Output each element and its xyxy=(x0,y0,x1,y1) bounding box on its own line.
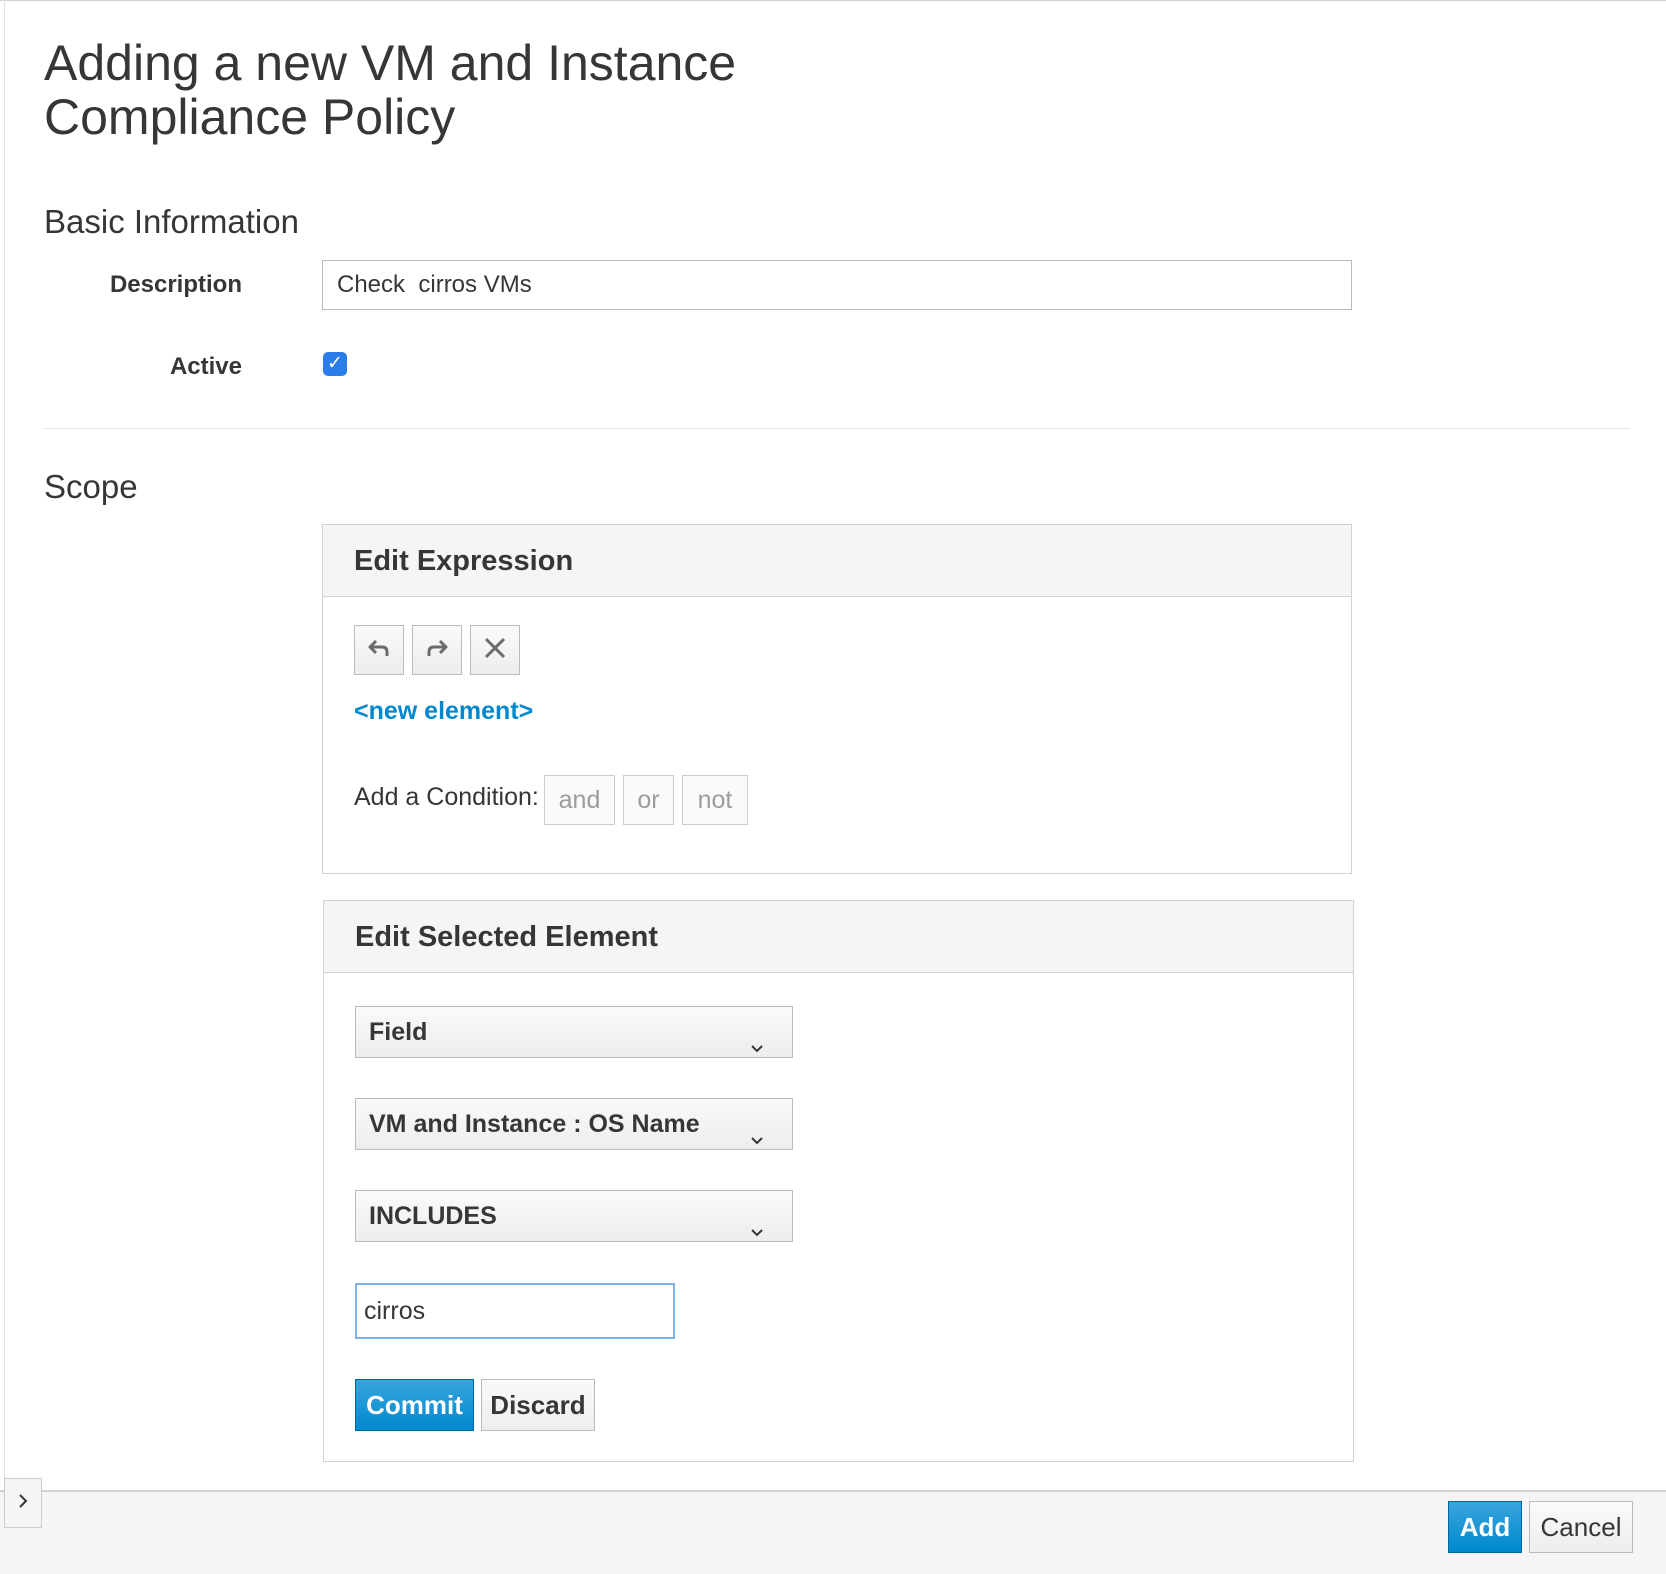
basic-information-heading: Basic Information xyxy=(44,203,299,240)
footer-bar: Add Cancel xyxy=(0,1490,1666,1574)
commit-button[interactable]: Commit xyxy=(355,1379,474,1431)
and-button[interactable]: and xyxy=(544,775,615,825)
new-element-link[interactable]: <new element> xyxy=(354,697,533,726)
page-left-border xyxy=(4,0,5,1480)
close-icon xyxy=(482,635,508,666)
edit-expression-panel: Edit Expression <new element> Add a Cond… xyxy=(322,524,1352,874)
undo-button[interactable] xyxy=(354,625,404,675)
edit-selected-element-heading: Edit Selected Element xyxy=(324,901,1353,973)
undo-icon xyxy=(366,635,392,666)
description-input[interactable] xyxy=(322,260,1352,310)
active-label: Active xyxy=(169,353,242,380)
active-checkbox[interactable]: ✓ xyxy=(323,352,347,376)
value-input[interactable]: cirros xyxy=(355,1283,675,1339)
field-select-value: VM and Instance : OS Name xyxy=(369,1110,700,1138)
type-select-value: Field xyxy=(369,1018,428,1046)
chevron-down-icon xyxy=(750,1207,764,1237)
section-divider xyxy=(44,428,1630,429)
operator-select-value: INCLUDES xyxy=(369,1202,497,1230)
page-title: Adding a new VM and Instance Compliance … xyxy=(44,35,737,145)
add-condition-label: Add a Condition: xyxy=(354,783,539,811)
add-button[interactable]: Add xyxy=(1448,1501,1522,1553)
redo-button[interactable] xyxy=(412,625,462,675)
chevron-right-icon xyxy=(17,1493,29,1514)
page-top-border xyxy=(0,0,1666,1)
cancel-button[interactable]: Cancel xyxy=(1529,1501,1633,1553)
sidebar-toggle-button[interactable] xyxy=(4,1478,42,1528)
or-button[interactable]: or xyxy=(623,775,674,825)
operator-select[interactable]: INCLUDES xyxy=(355,1190,793,1242)
edit-expression-heading: Edit Expression xyxy=(323,525,1351,597)
type-select[interactable]: Field xyxy=(355,1006,793,1058)
edit-selected-element-panel: Edit Selected Element Field VM and Insta… xyxy=(323,900,1354,1462)
not-button[interactable]: not xyxy=(682,775,748,825)
clear-button[interactable] xyxy=(470,625,520,675)
description-label: Description xyxy=(109,271,242,298)
discard-button[interactable]: Discard xyxy=(481,1379,595,1431)
field-select[interactable]: VM and Instance : OS Name xyxy=(355,1098,793,1150)
chevron-down-icon xyxy=(750,1023,764,1053)
scope-heading: Scope xyxy=(44,468,138,505)
chevron-down-icon xyxy=(750,1115,764,1145)
redo-icon xyxy=(424,635,450,666)
